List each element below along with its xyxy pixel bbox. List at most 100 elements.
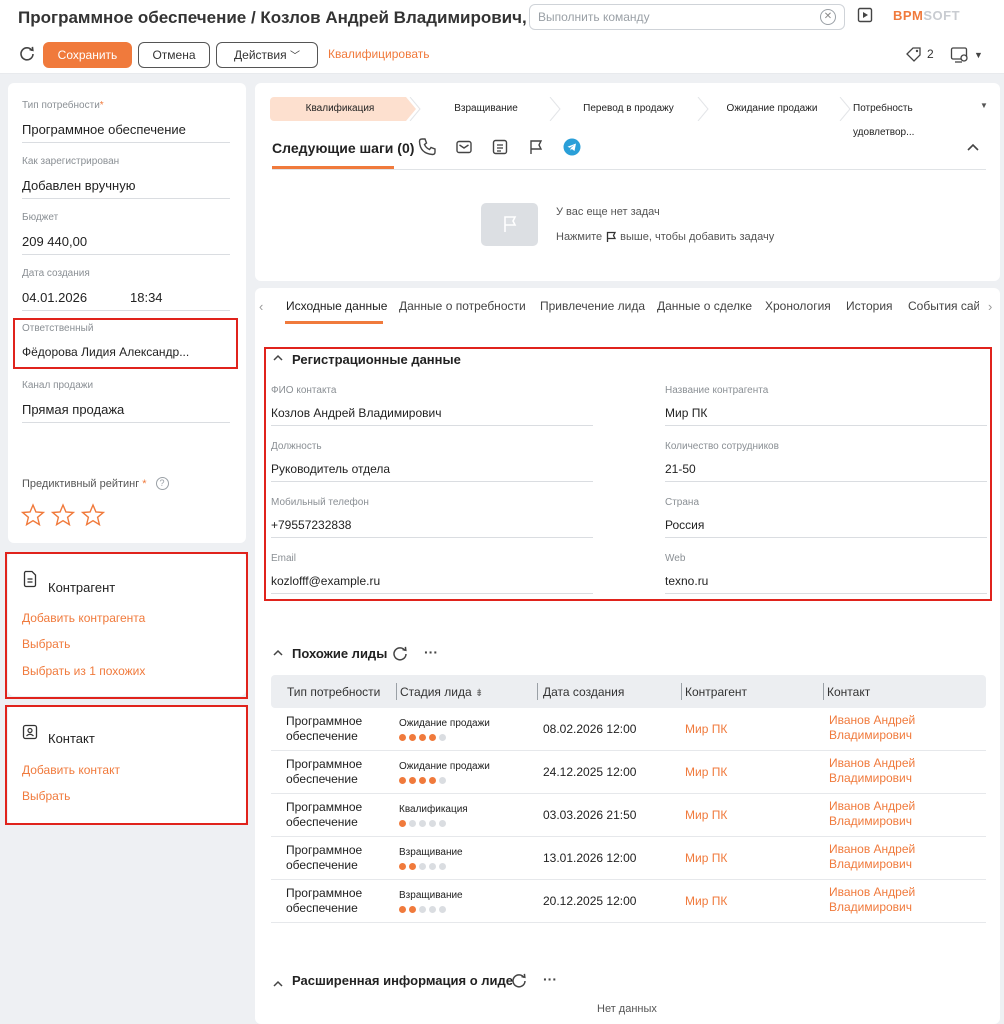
- registered-how-value[interactable]: Добавлен вручную: [22, 178, 135, 193]
- tab-deal-data[interactable]: Данные о сделке: [657, 299, 752, 313]
- select-account-link[interactable]: Выбрать: [22, 637, 70, 651]
- play-video-icon[interactable]: [857, 7, 873, 23]
- stage-progress-dot: [439, 906, 446, 913]
- email-label: Email: [271, 553, 297, 564]
- stage-handoff[interactable]: Перевод в продажу: [556, 97, 701, 121]
- budget-value[interactable]: 209 440,00: [22, 234, 87, 249]
- flag-icon[interactable]: [527, 138, 545, 156]
- stage-progress-dot: [439, 820, 446, 827]
- telegram-icon[interactable]: [563, 138, 581, 156]
- field-underline: [665, 537, 987, 538]
- row-contact-link[interactable]: Иванов Андрей Владимирович: [829, 799, 915, 829]
- country-value[interactable]: Россия: [665, 518, 704, 532]
- command-box[interactable]: ✕: [529, 4, 845, 30]
- registration-title[interactable]: Регистрационные данные: [292, 352, 461, 367]
- stage-awaiting-sale[interactable]: Ожидание продажи: [702, 97, 842, 121]
- col-lead-stage[interactable]: Стадия лида ⇟: [400, 685, 483, 699]
- clear-icon[interactable]: ✕: [820, 9, 836, 25]
- save-button[interactable]: Сохранить: [43, 42, 132, 68]
- tab-history[interactable]: История: [846, 299, 893, 313]
- row-contact-link[interactable]: Иванов Андрей Владимирович: [829, 713, 915, 743]
- section-collapse-icon[interactable]: [272, 353, 284, 363]
- stage-need-met[interactable]: Потребность удовлетвор...: [845, 97, 975, 138]
- tab-lead-acquisition[interactable]: Привлечение лида: [540, 299, 645, 313]
- tab-site-events[interactable]: События сай: [908, 299, 979, 313]
- col-need-type[interactable]: Тип потребности: [287, 685, 380, 699]
- row-account-link[interactable]: Мир ПК: [685, 894, 727, 909]
- select-contact-link[interactable]: Выбрать: [22, 789, 70, 803]
- stage-qualification[interactable]: Квалификация: [270, 97, 410, 121]
- col-contact[interactable]: Контакт: [827, 685, 870, 699]
- row-contact-link[interactable]: Иванов Андрей Владимирович: [829, 756, 915, 786]
- email-value[interactable]: kozlofff@example.ru: [271, 574, 380, 588]
- extended-info-title[interactable]: Расширенная информация о лиде: [292, 973, 513, 988]
- actions-button[interactable]: Действия ﹀: [216, 42, 318, 68]
- row-need-type: Программное обеспечение: [286, 714, 363, 743]
- web-value[interactable]: texno.ru: [665, 574, 708, 588]
- sales-channel-value[interactable]: Прямая продажа: [22, 402, 124, 417]
- account-name-value[interactable]: Мир ПК: [665, 406, 707, 420]
- stage-progress-dot: [399, 863, 406, 870]
- more-options-icon[interactable]: ···: [543, 971, 557, 987]
- tabs-scroll-left-icon[interactable]: ‹: [259, 299, 263, 314]
- row-contact-link[interactable]: Иванов Андрей Владимирович: [829, 842, 915, 872]
- row-account-link[interactable]: Мир ПК: [685, 765, 727, 780]
- employees-value[interactable]: 21-50: [665, 462, 696, 476]
- created-time-value[interactable]: 18:34: [130, 290, 163, 305]
- select-similar-account-link[interactable]: Выбрать из 1 похожих: [22, 664, 145, 678]
- country-label: Страна: [665, 497, 700, 508]
- refresh-icon[interactable]: [510, 971, 528, 989]
- help-icon[interactable]: ?: [155, 477, 169, 490]
- add-contact-link[interactable]: Добавить контакт: [22, 763, 120, 777]
- col-created-date[interactable]: Дата создания: [543, 685, 624, 699]
- tab-timeline[interactable]: Хронология: [765, 299, 831, 313]
- tags-button[interactable]: 2: [905, 46, 934, 62]
- created-date-value[interactable]: 04.01.2026: [22, 290, 87, 305]
- email-icon[interactable]: [455, 138, 473, 156]
- row-account-link[interactable]: Мир ПК: [685, 851, 727, 866]
- sort-icon[interactable]: ⇟: [475, 688, 483, 699]
- row-account-link[interactable]: Мир ПК: [685, 808, 727, 823]
- page-settings-icon[interactable]: ▼: [950, 46, 983, 64]
- divider: [272, 169, 986, 170]
- owner-link[interactable]: Фёдорова Лидия Александр...: [22, 345, 189, 359]
- qualify-button[interactable]: Квалифицировать: [328, 47, 430, 61]
- add-account-link[interactable]: Добавить контрагента: [22, 611, 145, 625]
- chevron-down-icon: ﹀: [289, 51, 300, 62]
- cancel-button[interactable]: Отмена: [138, 42, 210, 68]
- refresh-icon[interactable]: [18, 44, 36, 62]
- row-stage: Ожидание продажи: [399, 761, 490, 772]
- mobile-value[interactable]: +79557232838: [271, 518, 351, 532]
- stage-progress-dot: [419, 863, 426, 870]
- col-separator: [537, 683, 538, 700]
- rating-stars[interactable]: [21, 503, 105, 527]
- stage-progress-dot: [409, 820, 416, 827]
- more-options-icon[interactable]: ···: [424, 644, 438, 660]
- need-type-value[interactable]: Программное обеспечение: [22, 122, 186, 137]
- tab-source-data[interactable]: Исходные данные: [286, 299, 387, 313]
- stage-progress: [399, 734, 446, 741]
- stage-progress-dot: [419, 906, 426, 913]
- contact-name-value[interactable]: Козлов Андрей Владимирович: [271, 406, 441, 420]
- stage-progress-dot: [419, 734, 426, 741]
- row-contact-link[interactable]: Иванов Андрей Владимирович: [829, 885, 915, 915]
- phone-icon[interactable]: [417, 137, 437, 157]
- stage-nurturing[interactable]: Взращивание: [416, 97, 556, 121]
- stage-progress-dot: [399, 734, 406, 741]
- refresh-icon[interactable]: [391, 644, 409, 662]
- tab-need-data[interactable]: Данные о потребности: [399, 299, 526, 313]
- tabs-scroll-right-icon[interactable]: ›: [988, 299, 992, 314]
- collapse-icon[interactable]: [966, 142, 980, 152]
- caret-down-icon[interactable]: ▼: [980, 101, 988, 110]
- row-account-link[interactable]: Мир ПК: [685, 722, 727, 737]
- section-collapse-icon[interactable]: [272, 979, 284, 989]
- section-collapse-icon[interactable]: [272, 648, 284, 658]
- col-account[interactable]: Контрагент: [685, 685, 747, 699]
- next-steps-title[interactable]: Следующие шаги (0): [272, 140, 414, 156]
- stage-progress-dot: [439, 734, 446, 741]
- note-icon[interactable]: [491, 138, 509, 156]
- stage-progress-dot: [439, 777, 446, 784]
- command-input[interactable]: [538, 9, 808, 25]
- position-value[interactable]: Руководитель отдела: [271, 462, 390, 476]
- similar-leads-title[interactable]: Похожие лиды: [292, 646, 387, 661]
